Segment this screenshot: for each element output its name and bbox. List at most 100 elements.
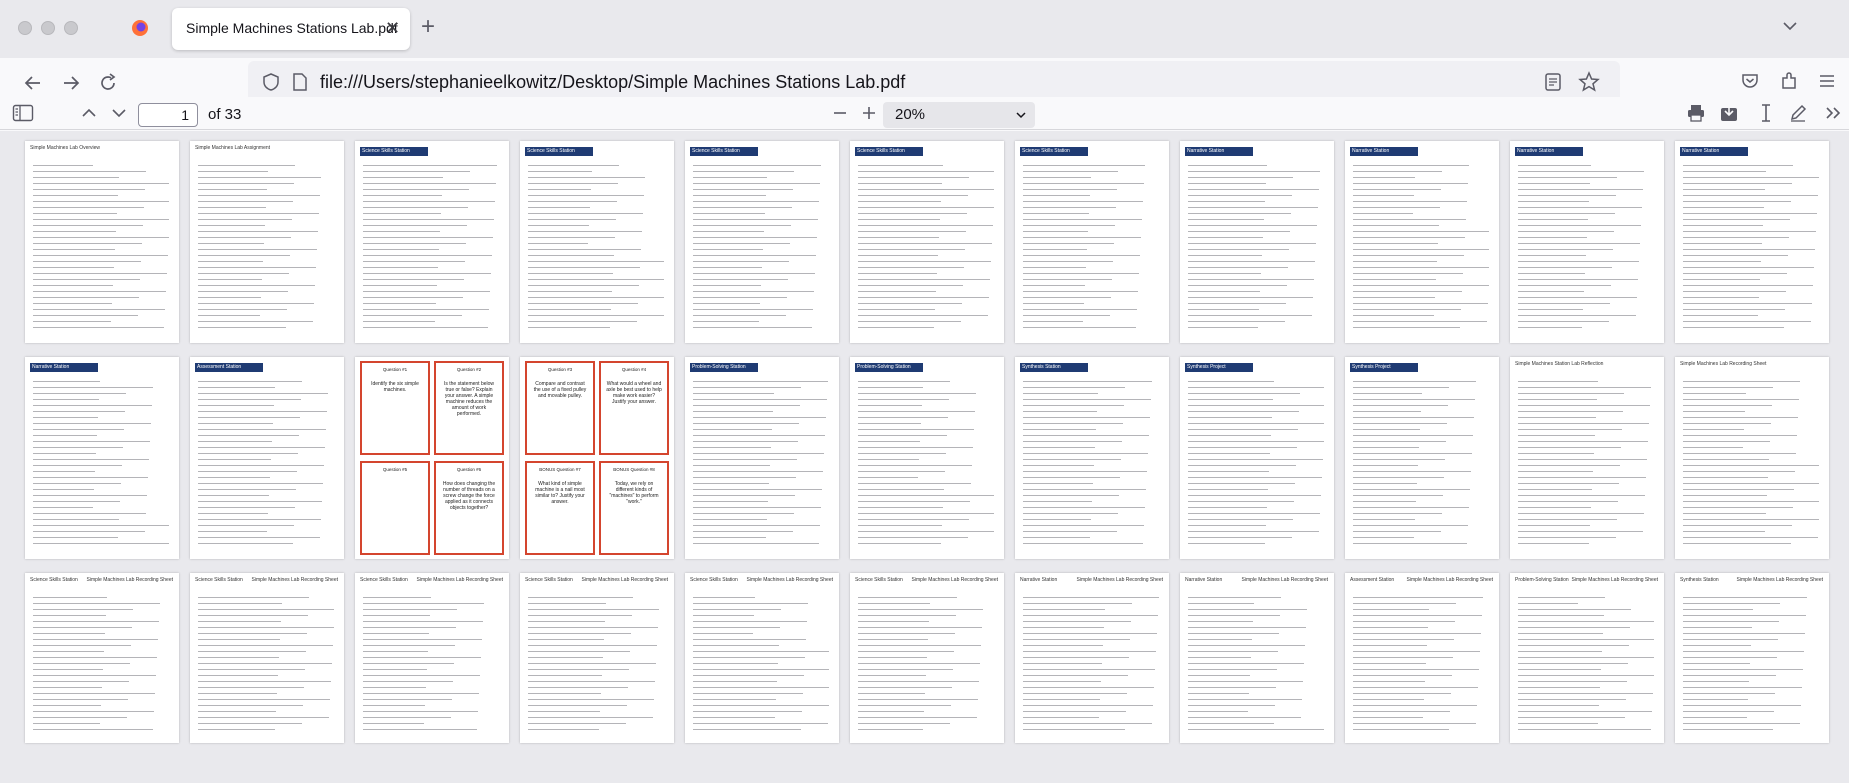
print-icon[interactable] (1686, 103, 1706, 123)
text-line (1188, 453, 1270, 454)
text-cursor-icon[interactable] (1759, 103, 1773, 123)
text-line (1518, 237, 1587, 238)
pdf-page[interactable]: Synthesis Station (1015, 357, 1169, 559)
pdf-page[interactable]: Science Skills Station Simple Machines La… (25, 573, 179, 743)
pdf-page[interactable]: Assessment Station (190, 357, 344, 559)
extensions-icon[interactable] (1779, 71, 1799, 91)
text-line (1353, 603, 1456, 604)
previous-page-icon[interactable] (80, 105, 98, 121)
chevron-down-icon[interactable] (1780, 16, 1800, 36)
text-line (1188, 537, 1292, 538)
text-line (1683, 417, 1798, 418)
text-line (1683, 291, 1786, 292)
text-line (33, 699, 128, 700)
pdf-page[interactable]: Problem-Solving Station (685, 357, 839, 559)
pdf-page[interactable]: Narrative Station (1675, 141, 1829, 343)
text-line (1188, 381, 1274, 382)
zoom-window-button[interactable] (64, 21, 78, 35)
text-line (858, 315, 988, 316)
pdf-page[interactable]: Science Skills Station (520, 141, 674, 343)
text-line (1518, 459, 1647, 460)
text-line (1518, 399, 1597, 400)
pdf-page[interactable]: Narrative Station (1345, 141, 1499, 343)
pdf-page[interactable]: Science Skills Station (685, 141, 839, 343)
pdf-page[interactable]: Synthesis Project (1180, 357, 1334, 559)
text-line (1683, 597, 1807, 598)
pdf-viewer[interactable]: Simple Machines Lab Overview Simple Mach… (0, 131, 1849, 783)
hamburger-menu-icon[interactable] (1817, 71, 1837, 91)
file-icon (293, 73, 307, 91)
pdf-page[interactable]: Narrative Station Simple Machines Lab Rec… (1015, 573, 1169, 743)
text-line (1023, 513, 1118, 514)
reload-icon[interactable] (97, 72, 119, 94)
pdf-page[interactable]: Science Skills Station (850, 141, 1004, 343)
close-tab-icon[interactable]: ✕ (385, 18, 400, 38)
text-line (1518, 645, 1629, 646)
pdf-page[interactable]: Narrative Station (1180, 141, 1334, 343)
minimize-window-button[interactable] (41, 21, 55, 35)
zoom-out-icon[interactable] (831, 105, 849, 121)
pdf-page[interactable]: Assessment Station Simple Machines Lab Re… (1345, 573, 1499, 743)
text-line (1683, 225, 1763, 226)
pdf-page[interactable]: Science Skills Station (355, 141, 509, 343)
zoom-value: 20% (895, 106, 926, 123)
text-line (693, 657, 805, 658)
text-line (1518, 453, 1594, 454)
back-arrow-icon[interactable] (22, 72, 44, 94)
text-line (198, 477, 270, 478)
text-line (1518, 297, 1637, 298)
bookmark-star-icon[interactable] (1578, 71, 1600, 93)
page-number-input[interactable]: 1 (138, 103, 198, 127)
zoom-in-icon[interactable] (860, 103, 878, 123)
pdf-page[interactable]: Problem-Solving Station Simple Machines L… (1510, 573, 1664, 743)
pdf-page[interactable]: Science Skills Station Simple Machines La… (355, 573, 509, 743)
text-line (1683, 183, 1792, 184)
pocket-icon[interactable] (1740, 71, 1760, 91)
pdf-page[interactable]: Science Skills Station Simple Machines La… (850, 573, 1004, 743)
text-line (1188, 291, 1260, 292)
pdf-page[interactable]: Synthesis Station Simple Machines Lab Rec… (1675, 573, 1829, 743)
pdf-page[interactable]: Simple Machines Lab Overview (25, 141, 179, 343)
draw-pencil-icon[interactable] (1788, 103, 1808, 123)
zoom-select[interactable]: 20% (883, 102, 1035, 128)
text-line (693, 177, 767, 178)
double-chevron-right-icon[interactable] (1824, 105, 1842, 121)
text-line (858, 729, 923, 730)
shield-icon[interactable] (262, 72, 280, 92)
pdf-page[interactable]: Science Skills Station Simple Machines La… (520, 573, 674, 743)
pdf-page[interactable]: Science Skills Station Simple Machines La… (190, 573, 344, 743)
text-line (693, 237, 817, 238)
text-line (198, 723, 302, 724)
text-line (1023, 681, 1101, 682)
text-line (198, 717, 329, 718)
text-line (198, 171, 268, 172)
pdf-page[interactable]: Narrative Station Simple Machines Lab Rec… (1180, 573, 1334, 743)
pdf-page[interactable]: Narrative Station (25, 357, 179, 559)
pdf-page[interactable]: Question #3 Compare and contrast the use … (520, 357, 674, 559)
pdf-page[interactable]: Narrative Station (1510, 141, 1664, 343)
next-page-icon[interactable] (110, 105, 128, 121)
pdf-page[interactable]: Problem-Solving Station (850, 357, 1004, 559)
new-tab-button[interactable]: + (421, 14, 435, 40)
text-line (198, 489, 296, 490)
save-download-icon[interactable] (1719, 103, 1739, 123)
text-line (693, 267, 762, 268)
pdf-page[interactable]: Simple Machines Station Lab Reflection (1510, 357, 1664, 559)
pdf-page[interactable]: Synthesis Project (1345, 357, 1499, 559)
text-line (198, 729, 275, 730)
close-window-button[interactable] (18, 21, 32, 35)
pdf-page[interactable]: Science Skills Station (1015, 141, 1169, 343)
sidebar-toggle-icon[interactable] (12, 104, 34, 122)
text-line (1683, 423, 1771, 424)
pdf-page[interactable]: Science Skills Station Simple Machines La… (685, 573, 839, 743)
pdf-page[interactable]: Question #1 Identify the six simple machi… (355, 357, 509, 559)
active-tab[interactable]: Simple Machines Stations Lab.pdf ✕ (172, 8, 410, 50)
pdf-page[interactable]: Simple Machines Lab Recording Sheet (1675, 357, 1829, 559)
forward-arrow-icon[interactable] (60, 72, 82, 94)
reader-view-icon[interactable] (1544, 72, 1562, 92)
url-text[interactable]: file:///Users/stephanieelkowitz/Desktop/… (320, 72, 905, 93)
text-line (33, 495, 147, 496)
text-line (33, 207, 144, 208)
text-line (858, 699, 978, 700)
pdf-page[interactable]: Simple Machines Lab Assignment (190, 141, 344, 343)
